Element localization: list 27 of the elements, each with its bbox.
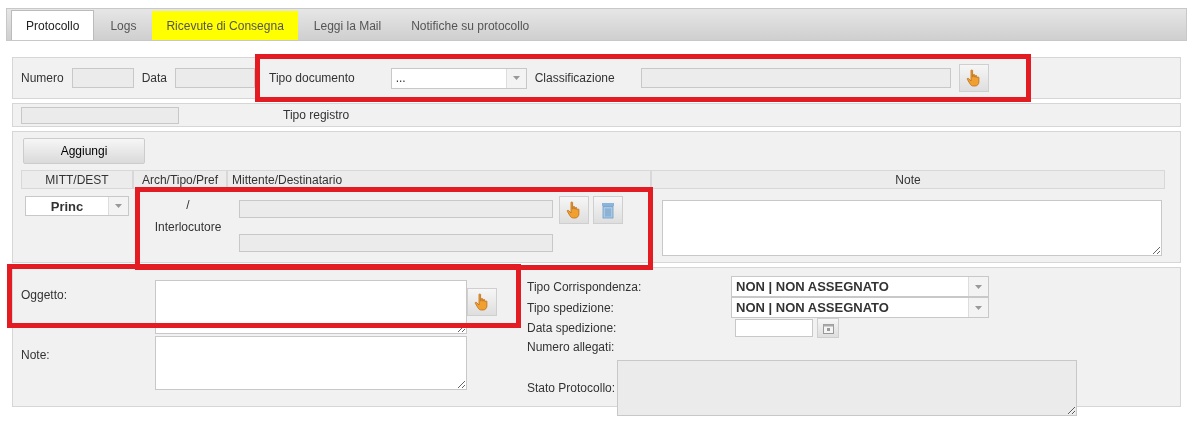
field-label: Tipo registro xyxy=(283,107,350,124)
tab[interactable]: Logs xyxy=(96,11,151,40)
field-label: Data xyxy=(141,70,168,87)
column-header: MITT/DEST xyxy=(21,170,133,189)
field-label: Tipo Corrispondenza: xyxy=(527,278,643,296)
field-label: Tipo spedizione: xyxy=(527,299,615,317)
field-label: Classificazione xyxy=(534,70,615,87)
field-label: Data spedizione: xyxy=(527,320,618,337)
field-label: Oggetto: xyxy=(21,287,69,304)
dropdown[interactable]: Princ xyxy=(25,196,129,216)
column-header: Note xyxy=(651,170,1165,189)
tab[interactable]: Ricevute di Consegna xyxy=(152,11,298,40)
field-label: Stato Protocollo: xyxy=(527,380,616,397)
dropdown[interactable]: NON | NON ASSEGNATO xyxy=(731,297,989,318)
column-header: Arch/Tipo/Pref xyxy=(133,170,227,189)
dropdown[interactable]: ... xyxy=(390,67,527,89)
dropdown[interactable]: NON | NON ASSEGNATO xyxy=(731,276,989,297)
field-label: Note: xyxy=(21,347,51,364)
tab[interactable]: Leggi la Mail xyxy=(299,11,396,40)
tab[interactable]: Notifiche su protocollo xyxy=(397,11,544,40)
add-button[interactable]: Aggiungi xyxy=(23,138,145,164)
field-label: Tipo documento xyxy=(269,70,355,87)
field-label: Numero xyxy=(21,70,64,87)
type-text: Interlocutore xyxy=(154,219,222,236)
arch-text: / xyxy=(186,197,190,214)
tab[interactable]: Protocollo xyxy=(11,10,95,40)
field-label: Numero allegati: xyxy=(527,339,615,356)
